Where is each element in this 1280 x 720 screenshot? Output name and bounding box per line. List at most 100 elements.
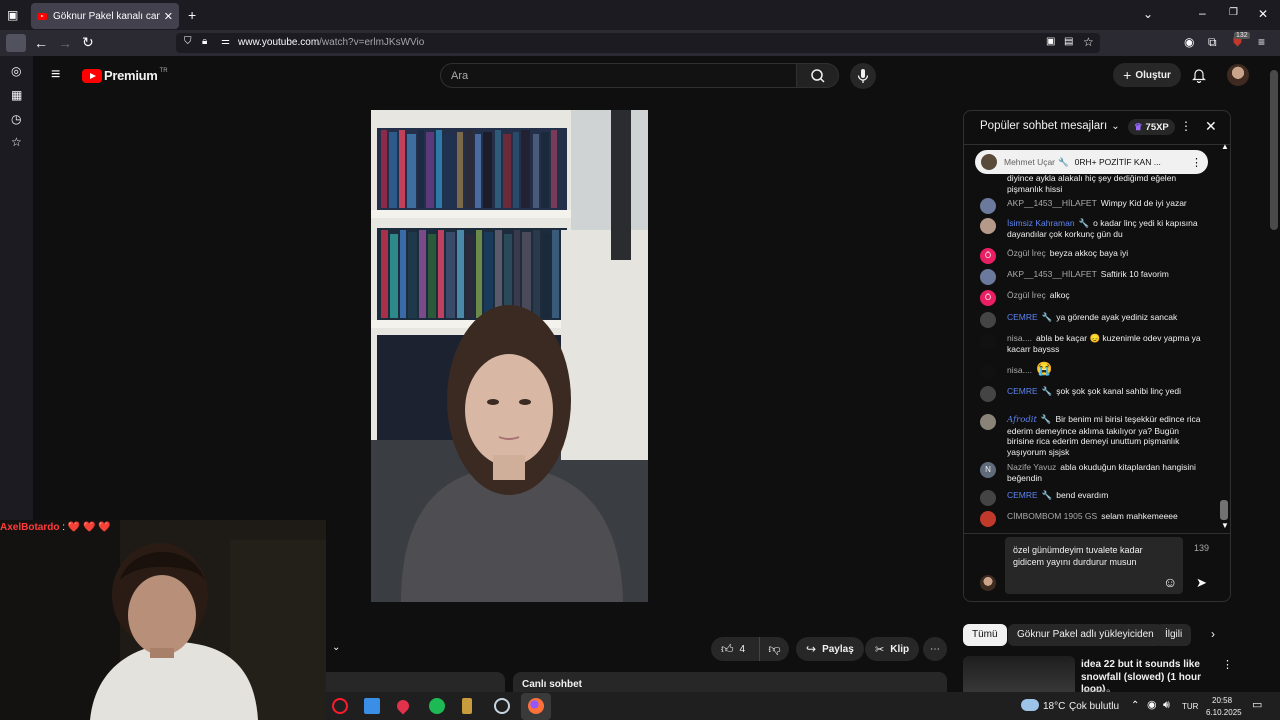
chat-more-icon[interactable]: ⋮ <box>1180 120 1192 132</box>
forward-icon[interactable]: → <box>58 36 72 50</box>
history-icon[interactable]: ◷ <box>11 113 21 125</box>
description-expand-icon[interactable]: ⌄ <box>332 643 340 653</box>
chip-related[interactable]: İlgili <box>1156 624 1192 646</box>
network-icon[interactable]: ◉ <box>1147 700 1157 711</box>
avatar[interactable]: N <box>980 462 996 478</box>
message-author[interactable]: nisa.... <box>1007 365 1032 375</box>
ai-chatbot-icon[interactable]: ◎ <box>11 65 21 77</box>
chat-message[interactable]: Ö Özgül İreç alkoç <box>980 290 1208 306</box>
message-author[interactable]: CEMRE <box>1007 386 1038 396</box>
more-actions-button[interactable]: ⋯ <box>923 637 947 661</box>
notifications-bell-icon[interactable] <box>1192 67 1206 88</box>
menu-icon[interactable]: ≡ <box>1258 36 1265 48</box>
bookmarks-icon[interactable]: ☆ <box>11 136 22 148</box>
recommended-thumbnail[interactable] <box>963 656 1075 696</box>
chat-mode-dropdown[interactable]: Popüler sohbet mesajları ⌄ <box>980 120 1120 132</box>
synced-tabs-icon[interactable]: ▦ <box>11 89 22 101</box>
avatar[interactable] <box>980 333 996 349</box>
chat-message[interactable]: CİMBOMBOM 1905 GS selam mahkemeeee <box>980 511 1208 527</box>
spotify-icon[interactable] <box>429 698 445 714</box>
video-player[interactable] <box>371 110 648 602</box>
message-author[interactable]: CEMRE <box>1007 490 1038 500</box>
extensions-icon[interactable]: ⧉ <box>1208 36 1217 48</box>
clip-button[interactable]: ✂ Klip <box>865 637 920 661</box>
avatar[interactable] <box>980 198 996 214</box>
chat-message[interactable]: İsimsiz Kahraman 🔧 o kadar linç yedi ki ka… <box>980 218 1208 239</box>
share-button[interactable]: ↪ Paylaş <box>796 637 864 661</box>
weather-temp[interactable]: 18°C <box>1043 701 1065 712</box>
avatar[interactable] <box>980 218 996 234</box>
reload-icon[interactable]: ↻ <box>82 35 94 49</box>
youtube-logo[interactable]: Premium TR <box>82 68 168 83</box>
firefox-icon[interactable] <box>528 698 544 714</box>
avatar[interactable] <box>980 511 996 527</box>
chat-message-input[interactable]: özel günümdeyim tuvalete kadar gidicem y… <box>1005 537 1183 594</box>
pinned-message[interactable]: Mehmet Uçar 🔧 0RH+ POZİTİF KAN ... ⋮ <box>975 150 1208 174</box>
reader-icon[interactable]: ▤ <box>1064 37 1073 47</box>
clock-date[interactable]: 6.10.2025 <box>1206 708 1242 717</box>
send-icon[interactable]: ➤ <box>1196 576 1207 589</box>
sidebar-toggle-icon[interactable] <box>6 34 26 52</box>
avatar[interactable]: Ö <box>980 248 996 264</box>
back-icon[interactable]: ← <box>34 36 48 50</box>
chip-all[interactable]: Tümü <box>963 624 1007 646</box>
message-author[interactable]: Özgül İreç <box>1007 290 1046 300</box>
chat-message[interactable]: Afrodit 🔧 Bir benim mi birisi teşekkür edi… <box>980 414 1208 457</box>
clock-time[interactable]: 20:58 <box>1212 696 1232 705</box>
minimize-icon[interactable]: – <box>1199 7 1206 19</box>
chat-message[interactable]: N Nazife Yavuz abla okuduğun kitaplardan … <box>980 462 1208 483</box>
tray-expand-icon[interactable]: ⌃ <box>1131 701 1139 711</box>
chips-next-icon[interactable]: › <box>1211 628 1215 640</box>
message-author[interactable]: CİMBOMBOM 1905 GS <box>1007 511 1097 521</box>
tab-list-icon[interactable]: ▣ <box>7 9 18 21</box>
file-explorer-icon[interactable] <box>364 698 380 714</box>
live-chat-replay-panel[interactable]: Canlı sohbet <box>513 672 947 692</box>
chat-scrollbar[interactable] <box>1220 500 1228 520</box>
create-button[interactable]: + Oluştur <box>1113 63 1181 87</box>
emoji-icon[interactable]: ☺ <box>1163 575 1177 589</box>
steam-icon[interactable] <box>494 698 510 714</box>
scroll-up-icon[interactable]: ▲ <box>1221 143 1229 151</box>
message-author[interactable]: CEMRE <box>1007 312 1038 322</box>
avatar[interactable] <box>980 312 996 328</box>
weather-icon[interactable] <box>1021 699 1039 711</box>
weather-description[interactable]: Çok bulutlu <box>1069 701 1119 712</box>
scroll-down-icon[interactable]: ▼ <box>1221 522 1229 530</box>
message-author[interactable]: AKP__1453__HİLAFET <box>1007 198 1097 208</box>
league-of-legends-icon[interactable] <box>462 698 472 714</box>
tab-overflow-chevron-icon[interactable]: ⌄ <box>1143 8 1153 20</box>
search-input[interactable]: Ara <box>440 63 797 88</box>
chat-message[interactable]: nisa.... 😭 <box>980 362 1208 380</box>
dislike-button[interactable]: 👎︎ <box>759 637 789 661</box>
chat-message[interactable]: AKP__1453__HİLAFET Saftirik 10 favorim <box>980 269 1208 285</box>
avatar[interactable] <box>980 386 996 402</box>
chat-message[interactable]: CEMRE 🔧 ya görende ayak yediniz sancak <box>980 312 1208 328</box>
close-tab-icon[interactable]: ✕ <box>164 10 173 23</box>
message-author[interactable]: İsimsiz Kahraman <box>1007 218 1075 228</box>
chip-from-uploader[interactable]: Göknur Pakel adlı yükleyiciden <box>1008 624 1163 646</box>
new-tab-icon[interactable]: + <box>188 8 196 22</box>
xp-badge[interactable]: ♛ 75XP <box>1128 119 1175 135</box>
pinned-more-icon[interactable]: ⋮ <box>1191 156 1202 169</box>
chat-message[interactable]: AKP__1453__HİLAFET Wimpy Kid de iyi yazar <box>980 198 1208 214</box>
chat-message[interactable]: Ö Özgül İreç beyza akkoç baya iyi <box>980 248 1208 264</box>
voice-search-button[interactable] <box>850 63 876 89</box>
lock-icon[interactable]: 🔒︎ <box>202 37 207 47</box>
like-button[interactable]: 👍︎ 4 <box>711 637 759 661</box>
message-author[interactable]: Özgül İreç <box>1007 248 1046 258</box>
chat-message[interactable]: CEMRE 🔧 şok şok şok kanal sahibi linç yedi <box>980 386 1208 402</box>
bookmark-star-icon[interactable]: ☆ <box>1083 36 1094 48</box>
search-button[interactable] <box>797 63 839 88</box>
message-author[interactable]: Afrodit <box>1007 415 1037 425</box>
shield-icon[interactable]: ⛉ <box>184 37 192 47</box>
message-author[interactable]: AKP__1453__HİLAFET <box>1007 269 1097 279</box>
description-panel[interactable] <box>300 672 505 692</box>
account-icon[interactable]: ◉ <box>1184 36 1194 48</box>
chat-message[interactable]: nisa.... abla be kaçar 😞 kuzenimle odev y… <box>980 333 1208 354</box>
language-indicator[interactable]: TUR <box>1182 702 1198 711</box>
notifications-icon[interactable]: ▭ <box>1252 700 1262 711</box>
avatar[interactable]: Ö <box>980 290 996 306</box>
close-window-icon[interactable]: ✕ <box>1258 8 1268 20</box>
opera-icon[interactable] <box>332 698 348 714</box>
message-author[interactable]: nisa.... <box>1007 333 1032 343</box>
